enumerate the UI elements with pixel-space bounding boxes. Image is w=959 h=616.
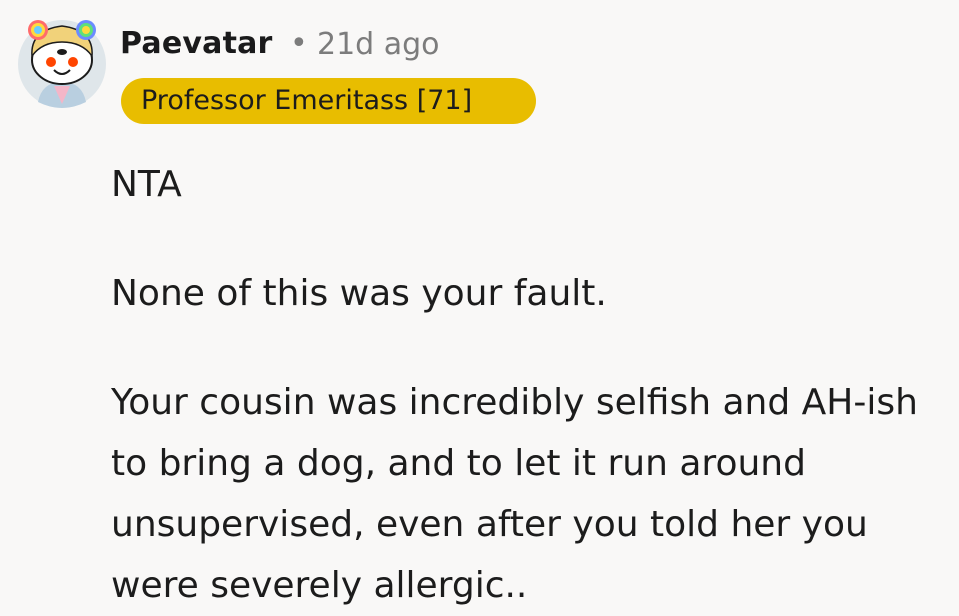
snoo-avatar-icon bbox=[18, 20, 106, 108]
user-avatar[interactable] bbox=[16, 12, 108, 110]
comment-author[interactable]: Paevatar bbox=[120, 26, 273, 61]
comment: Paevatar • 21d ago Professor Emeritass [… bbox=[0, 0, 959, 611]
meta-separator: • bbox=[290, 26, 308, 61]
comment-body: NTA None of this was your fault. Your co… bbox=[111, 154, 951, 616]
user-flair-badge[interactable]: Professor Emeritass [71] bbox=[121, 78, 536, 124]
comment-paragraph: None of this was your fault. bbox=[111, 273, 607, 314]
comment-timestamp[interactable]: 21d ago bbox=[317, 27, 440, 62]
comment-paragraph: Your cousin was incredibly selfish and A… bbox=[111, 382, 918, 606]
comment-paragraph: NTA bbox=[111, 164, 182, 205]
